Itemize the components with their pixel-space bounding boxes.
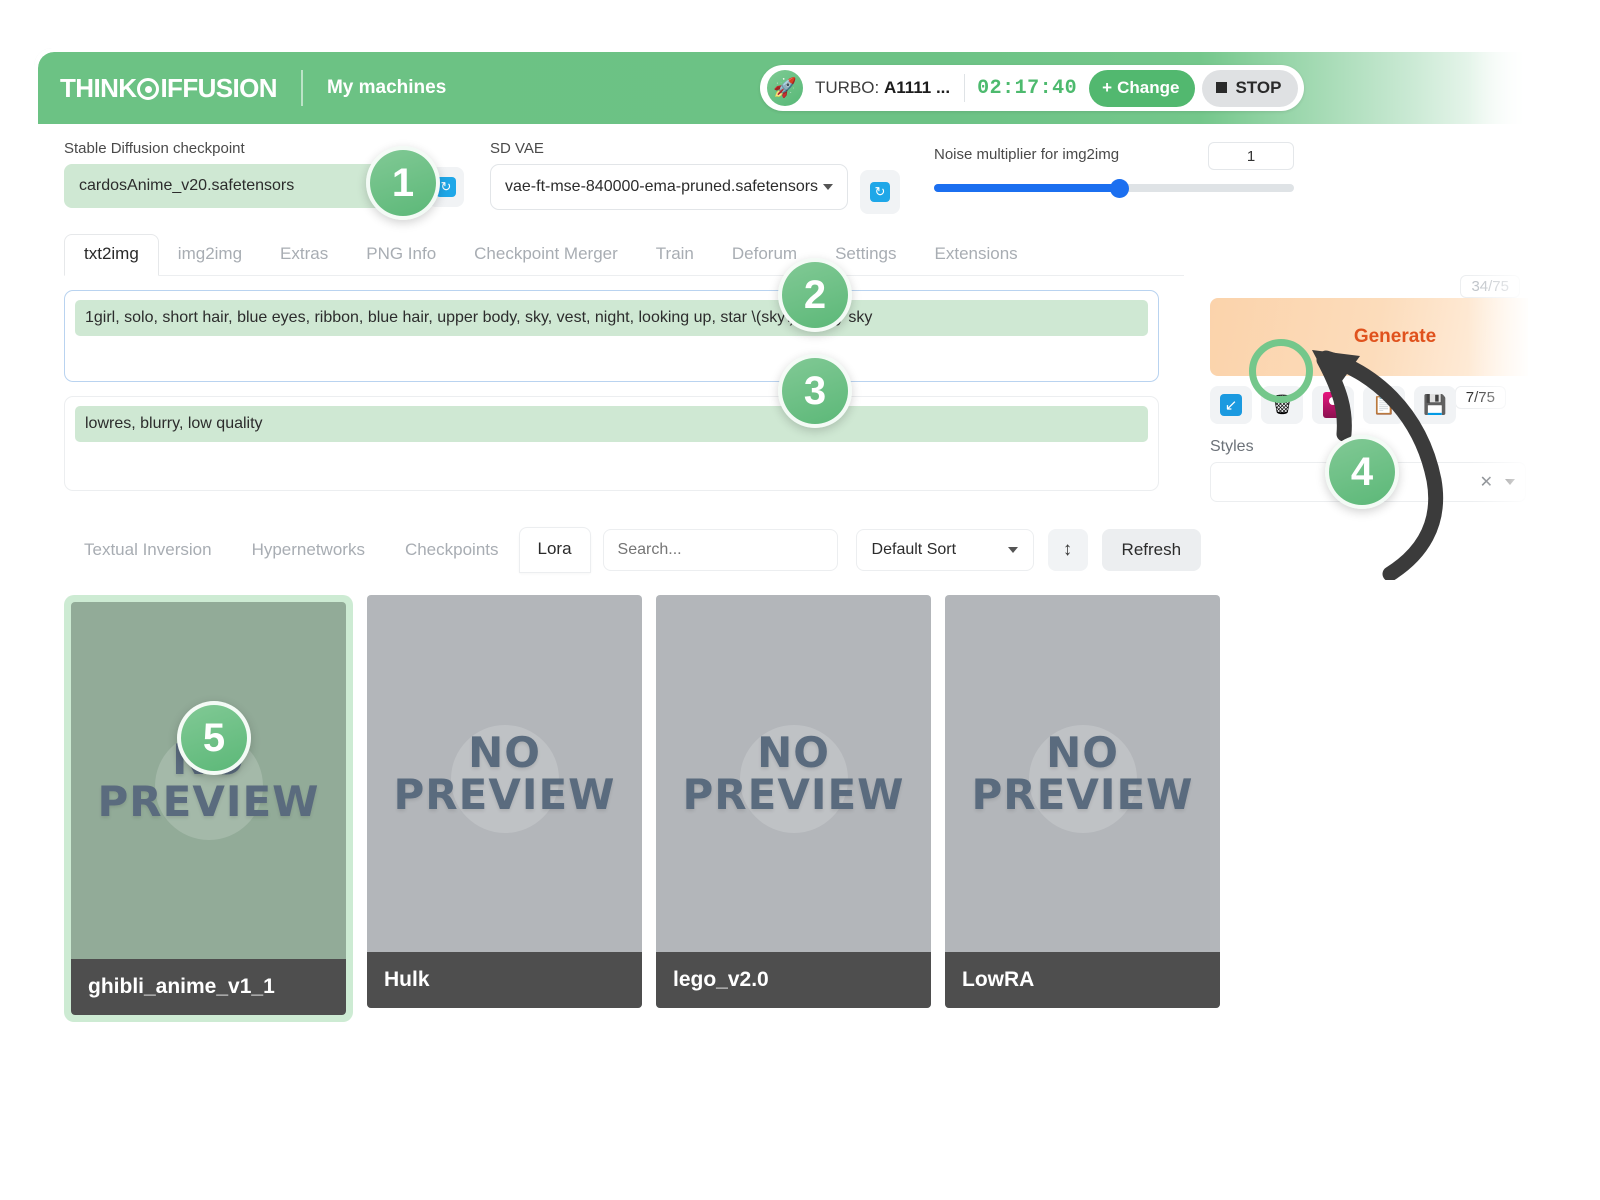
callout-badge-4: 4 xyxy=(1325,435,1399,509)
stop-machine-button[interactable]: STOP xyxy=(1202,70,1298,107)
change-machine-button[interactable]: + Change xyxy=(1089,70,1195,107)
pill-divider xyxy=(964,74,965,102)
screenshot-root: THINK IFFUSION My machines 🚀 TURBO: A1111… xyxy=(0,0,1600,1200)
negative-prompt-input[interactable]: lowres, blurry, low quality xyxy=(64,396,1159,491)
machine-name: A1111 ... xyxy=(884,78,950,97)
tab-img2img[interactable]: img2img xyxy=(159,235,261,275)
lora-card-lowra[interactable]: NO PREVIEW LowRA xyxy=(945,595,1220,1022)
card-thumbnail: NO PREVIEW xyxy=(656,595,931,952)
change-label: Change xyxy=(1117,78,1179,98)
lora-card-grid: NO PREVIEW ghibli_anime_v1_1 NO xyxy=(64,595,1528,1022)
arrow-down-left-icon[interactable]: ↙ xyxy=(1210,386,1252,424)
machine-label: TURBO: A1111 ... xyxy=(815,78,950,98)
tab-train[interactable]: Train xyxy=(637,235,713,275)
callout-badge-3: 3 xyxy=(778,354,852,428)
noise-multiplier-field: Noise multiplier for img2img 1 xyxy=(934,140,1294,192)
no-preview-text: NO PREVIEW xyxy=(394,732,616,814)
stop-label: STOP xyxy=(1235,78,1281,98)
tab-extensions[interactable]: Extensions xyxy=(916,235,1037,275)
lora-card-ghibli[interactable]: NO PREVIEW ghibli_anime_v1_1 xyxy=(64,595,353,1022)
lora-card-label: Hulk xyxy=(367,952,642,1008)
en-tab-lora[interactable]: Lora xyxy=(519,527,591,573)
positive-prompt-input[interactable]: 1girl, solo, short hair, blue eyes, ribb… xyxy=(64,290,1159,382)
arrow-glyph: ↙ xyxy=(1220,394,1242,416)
logo-text-diffusion: IFFUSION xyxy=(160,73,277,104)
callout-badge-5: 5 xyxy=(177,701,251,775)
vae-select[interactable]: vae-ft-mse-840000-ema-pruned.safetensors xyxy=(490,164,848,210)
lora-card-lego[interactable]: NO PREVIEW lego_v2.0 xyxy=(656,595,931,1022)
search-input[interactable] xyxy=(603,529,838,571)
header-divider xyxy=(301,70,303,106)
app-header: THINK IFFUSION My machines 🚀 TURBO: A1111… xyxy=(38,52,1528,124)
sort-order-icon[interactable]: ↕ xyxy=(1048,529,1088,571)
lora-card-label: LowRA xyxy=(945,952,1220,1008)
noise-multiplier-label: Noise multiplier for img2img xyxy=(934,146,1119,163)
vae-refresh-button[interactable]: ↻ xyxy=(860,170,900,214)
en-tab-hypernetworks[interactable]: Hypernetworks xyxy=(232,530,385,570)
refresh-icon: ↻ xyxy=(870,182,890,202)
chevron-down-icon xyxy=(1008,547,1018,553)
checkpoint-value: cardosAnime_v20.safetensors xyxy=(79,177,294,195)
close-icon[interactable]: ✕ xyxy=(1480,472,1493,492)
noise-multiplier-value[interactable]: 1 xyxy=(1208,142,1294,170)
lora-card-label: ghibli_anime_v1_1 xyxy=(71,959,346,1015)
slider-knob[interactable] xyxy=(1110,179,1129,198)
thinkdiffusion-logo[interactable]: THINK IFFUSION xyxy=(60,73,277,104)
callout-badge-2: 2 xyxy=(778,258,852,332)
vae-value: vae-ft-mse-840000-ema-pruned.safetensors xyxy=(505,178,818,196)
positive-prompt-counter: 34/75 xyxy=(1460,275,1520,298)
main-tab-bar: txt2img img2img Extras PNG Info Checkpoi… xyxy=(64,236,1184,276)
tab-txt2img[interactable]: txt2img xyxy=(64,234,159,276)
sort-value: Default Sort xyxy=(872,541,956,559)
chevron-down-icon xyxy=(823,184,833,190)
vae-label: SD VAE xyxy=(490,140,848,157)
positive-prompt-text: 1girl, solo, short hair, blue eyes, ribb… xyxy=(75,300,1148,336)
slider-fill xyxy=(934,184,1118,192)
logo-o-icon xyxy=(137,78,159,100)
card-thumbnail: NO PREVIEW xyxy=(945,595,1220,952)
refresh-button[interactable]: Refresh xyxy=(1102,529,1202,571)
tab-checkpoint-merger[interactable]: Checkpoint Merger xyxy=(455,235,637,275)
lora-card-label: lego_v2.0 xyxy=(656,952,931,1008)
plus-icon: + xyxy=(1102,78,1112,98)
machine-type: TURBO: xyxy=(815,78,884,97)
stop-square-icon xyxy=(1216,82,1227,93)
machine-status-pill: 🚀 TURBO: A1111 ... 02:17:40 + Change STO… xyxy=(760,65,1304,111)
logo-text-think: THINK xyxy=(60,73,136,104)
negative-prompt-text: lowres, blurry, low quality xyxy=(75,406,1148,442)
en-tab-textual-inversion[interactable]: Textual Inversion xyxy=(64,530,232,570)
nav-my-machines[interactable]: My machines xyxy=(327,77,446,99)
en-tab-checkpoints[interactable]: Checkpoints xyxy=(385,530,519,570)
tab-extras[interactable]: Extras xyxy=(261,235,347,275)
rocket-icon: 🚀 xyxy=(767,70,803,106)
model-selection-row: Stable Diffusion checkpoint cardosAnime_… xyxy=(64,140,1528,214)
card-thumbnail: NO PREVIEW xyxy=(71,602,346,959)
lora-card-hulk[interactable]: NO PREVIEW Hulk xyxy=(367,595,642,1022)
no-preview-text: NO PREVIEW xyxy=(683,732,905,814)
card-thumbnail: NO PREVIEW xyxy=(367,595,642,952)
chevron-down-icon xyxy=(1505,479,1515,485)
vae-field: SD VAE vae-ft-mse-840000-ema-pruned.safe… xyxy=(490,140,848,210)
session-timer: 02:17:40 xyxy=(977,77,1077,100)
noise-multiplier-slider[interactable] xyxy=(934,184,1294,192)
sort-select[interactable]: Default Sort xyxy=(856,529,1034,571)
tab-png-info[interactable]: PNG Info xyxy=(347,235,455,275)
callout-badge-1: 1 xyxy=(366,146,440,220)
no-preview-text: NO PREVIEW xyxy=(972,732,1194,814)
